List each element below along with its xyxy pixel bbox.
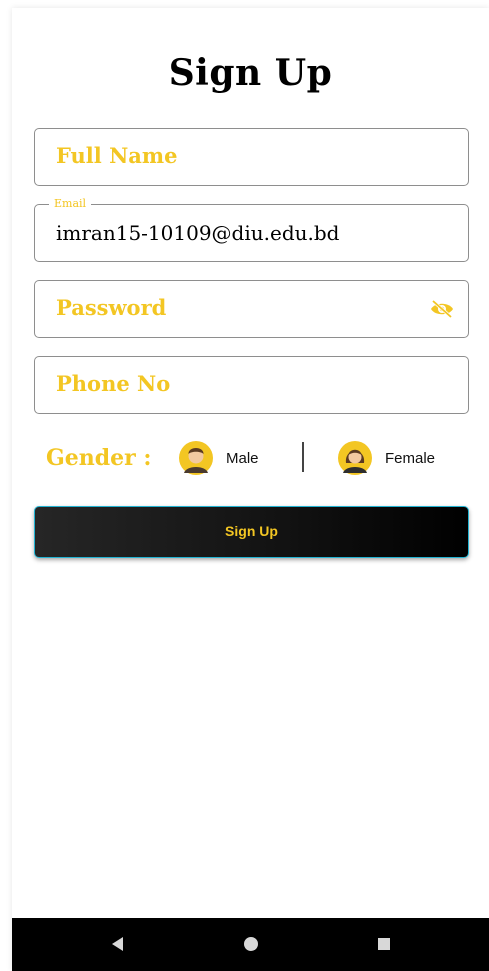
gender-selector: Gender : Male Female xyxy=(12,440,489,480)
password-placeholder: Password xyxy=(56,295,167,320)
female-avatar-icon[interactable] xyxy=(338,441,372,475)
sign-up-button[interactable]: Sign Up xyxy=(34,506,469,558)
system-navigation-bar xyxy=(12,918,489,971)
app-screen: Sign Up Full Name Email imran15-10109@di… xyxy=(12,8,489,971)
email-label: Email xyxy=(49,197,92,210)
phone-field[interactable]: Phone No xyxy=(34,356,469,414)
recents-icon[interactable] xyxy=(378,938,390,950)
back-icon[interactable] xyxy=(112,937,123,951)
full-name-field[interactable]: Full Name xyxy=(34,128,469,186)
phone-placeholder: Phone No xyxy=(56,371,171,396)
email-value: imran15-10109@diu.edu.bd xyxy=(56,221,340,245)
home-icon[interactable] xyxy=(244,937,258,951)
page-title: Sign Up xyxy=(168,52,333,94)
gender-label: Gender : xyxy=(46,445,152,471)
eye-off-icon[interactable] xyxy=(430,299,454,319)
male-option-label[interactable]: Male xyxy=(226,450,259,467)
password-field[interactable]: Password xyxy=(34,280,469,338)
male-avatar-icon[interactable] xyxy=(179,441,213,475)
gender-divider xyxy=(302,442,304,472)
female-option-label[interactable]: Female xyxy=(385,450,435,467)
email-field[interactable]: Email imran15-10109@diu.edu.bd xyxy=(34,197,469,262)
full-name-placeholder: Full Name xyxy=(56,143,178,168)
